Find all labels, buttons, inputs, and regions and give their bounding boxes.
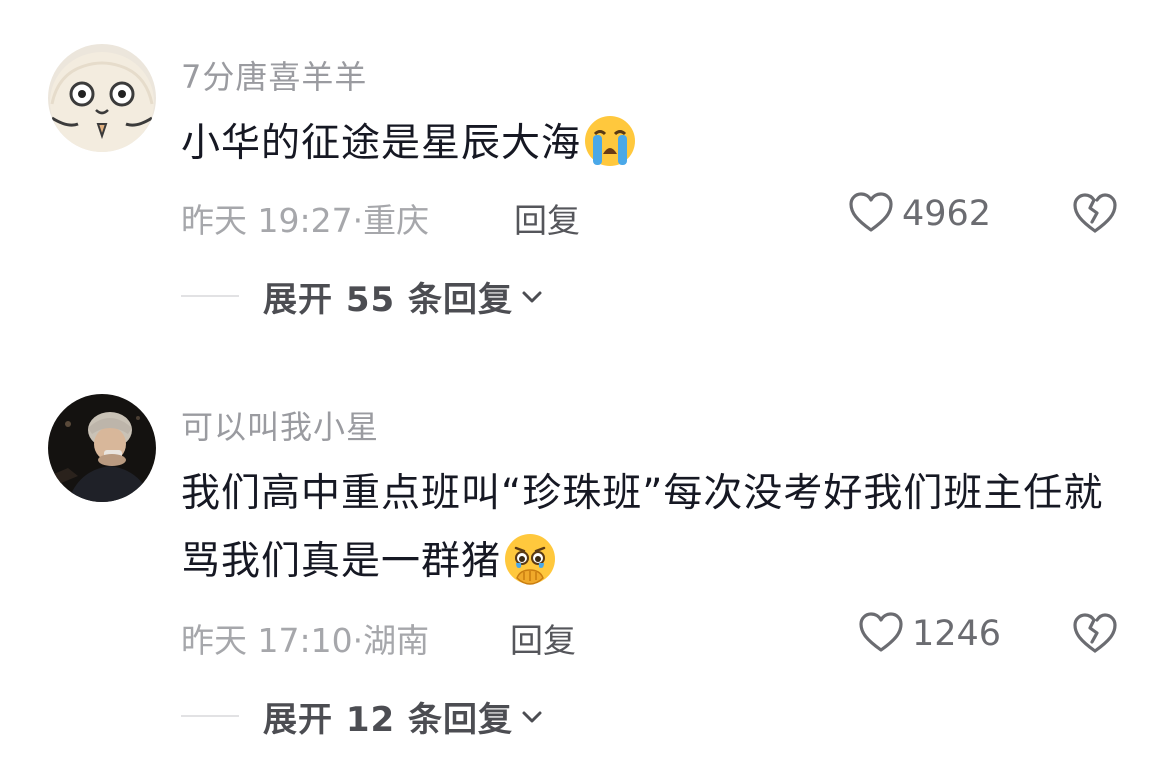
comment-meta: 昨天 17:10·湖南: [181, 614, 429, 662]
reply-button[interactable]: 回复: [514, 194, 580, 242]
divider: [181, 295, 239, 297]
broken-heart-icon[interactable]: [1072, 611, 1118, 657]
chevron-down-icon: [521, 289, 543, 308]
heart-icon: [858, 611, 904, 657]
reply-button[interactable]: 回复: [510, 614, 576, 662]
comment-text: 小华的征途是星辰大海: [181, 110, 1121, 190]
expand-replies-button[interactable]: 展开 12 条回复: [181, 694, 543, 740]
timestamp: 昨天 17:10: [181, 621, 353, 660]
expand-replies-label: 展开 12 条回复: [263, 699, 513, 740]
comment-meta: 昨天 19:27·重庆: [181, 194, 429, 242]
meta-separator: ·: [352, 201, 364, 240]
divider: [181, 715, 239, 717]
avatar[interactable]: [48, 394, 156, 502]
like-button[interactable]: 4962: [848, 191, 991, 237]
like-count: 1246: [912, 614, 1002, 654]
comment-item: 7分唐喜羊羊 小华的征途是星辰大海 昨天 19:27·重庆 回复 4962 展开…: [0, 0, 1169, 340]
comment-text-content: 我们高中重点班叫“珍珠班”每次没考好我们班主任就骂我们真是一群猪: [181, 471, 1104, 584]
like-button[interactable]: 1246: [858, 611, 1001, 657]
username[interactable]: 7分唐喜羊羊: [181, 52, 367, 98]
location: 湖南: [363, 621, 430, 660]
comment-item: 可以叫我小星 我们高中重点班叫“珍珠班”每次没考好我们班主任就骂我们真是一群猪 …: [0, 340, 1169, 772]
comment-text-content: 小华的征途是星辰大海: [181, 121, 582, 166]
broken-heart-icon[interactable]: [1072, 191, 1118, 237]
loudly-crying-face-icon: [583, 114, 637, 190]
face-holding-back-tears-icon: [503, 532, 557, 608]
meta-separator: ·: [352, 621, 364, 660]
timestamp: 昨天 19:27: [181, 201, 353, 240]
expand-replies-label: 展开 55 条回复: [263, 279, 513, 320]
username[interactable]: 可以叫我小星: [181, 402, 379, 448]
avatar[interactable]: [48, 44, 156, 152]
like-count: 4962: [902, 194, 992, 234]
chevron-down-icon: [521, 709, 543, 728]
comment-text: 我们高中重点班叫“珍珠班”每次没考好我们班主任就骂我们真是一群猪: [181, 460, 1121, 608]
expand-replies-button[interactable]: 展开 55 条回复: [181, 274, 543, 320]
location: 重庆: [363, 201, 430, 240]
heart-icon: [848, 191, 894, 237]
